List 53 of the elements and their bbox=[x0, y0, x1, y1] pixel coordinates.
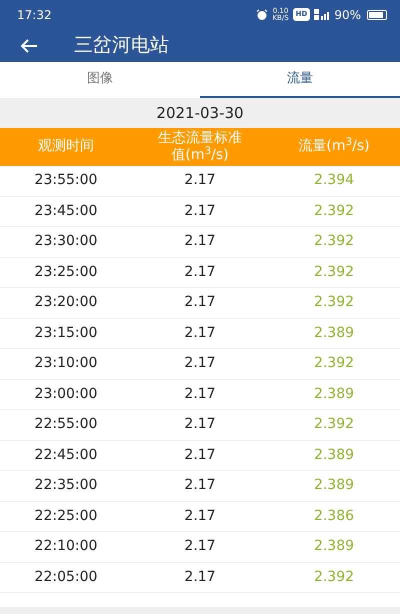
back-arrow-icon[interactable] bbox=[20, 38, 38, 52]
table-cell-text: 22:05:00 bbox=[34, 568, 98, 587]
table-cell-text: 2.389 bbox=[312, 476, 356, 496]
table-cell-text: 2.17 bbox=[183, 446, 217, 465]
table-cell-text: 2.17 bbox=[183, 476, 217, 496]
status-time: 17:32 bbox=[17, 6, 52, 24]
page-title: 三岔河电站 bbox=[74, 33, 169, 58]
table-cell-text: 2.17 bbox=[183, 324, 217, 343]
column-header: 流量(m$^{3}$/s) bbox=[297, 138, 371, 156]
table-cell-text: 2.386 bbox=[312, 506, 356, 526]
table-cell-text: 2.17 bbox=[183, 506, 217, 526]
table-cell-text: 2.392 bbox=[312, 202, 356, 221]
table-cell-text: 23:20:00 bbox=[34, 293, 98, 312]
column-header: 观测时间 bbox=[37, 138, 95, 156]
column-header: 生态流量标准值(m$^{3}$/s) bbox=[157, 130, 243, 164]
table-cell-text: 2.17 bbox=[183, 232, 217, 252]
table-cell-text: 22:45:00 bbox=[34, 446, 98, 465]
table-cell-text: 23:15:00 bbox=[34, 324, 98, 343]
table-cell-text: 2.389 bbox=[312, 384, 356, 404]
table-cell-text: 23:25:00 bbox=[34, 262, 98, 282]
table-cell-text: 2.17 bbox=[183, 262, 217, 282]
table-cell-text: 2.392 bbox=[312, 354, 356, 374]
battery-percent: 90% bbox=[334, 6, 361, 24]
table-cell-text: 2.394 bbox=[312, 171, 356, 190]
table-cell-text: 22:55:00 bbox=[34, 415, 98, 434]
table-cell-text: 23:10:00 bbox=[34, 354, 98, 374]
table-cell-text: 2.17 bbox=[183, 354, 217, 374]
table-cell-text: 2.17 bbox=[183, 202, 217, 221]
battery-icon bbox=[367, 10, 387, 20]
table-cell-text: 2.17 bbox=[183, 171, 217, 190]
table-cell-text: 2.389 bbox=[312, 324, 356, 343]
table-cell-text: 2.392 bbox=[312, 568, 356, 587]
table-cell-text: 2.389 bbox=[312, 537, 356, 556]
table-cell-text: 2.17 bbox=[183, 537, 217, 556]
table-cell-text: 2.392 bbox=[312, 293, 356, 312]
table-cell-text: 23:45:00 bbox=[34, 202, 98, 221]
table-cell-text: 2.17 bbox=[183, 415, 217, 434]
table-cell-text: 23:30:00 bbox=[34, 232, 98, 252]
table-cell-text: 2.17 bbox=[183, 568, 217, 587]
table-cell-text: 2.17 bbox=[183, 384, 217, 404]
table-cell-text: 2.389 bbox=[312, 446, 356, 465]
alarm-icon bbox=[256, 8, 268, 20]
signal-icon bbox=[314, 9, 330, 20]
table-cell-text: 23:00:00 bbox=[34, 384, 98, 404]
table-cell-text: 2.17 bbox=[183, 293, 217, 312]
table-cell-text: 22:10:00 bbox=[34, 537, 98, 556]
table-cell-text: 2.392 bbox=[312, 415, 356, 434]
table-cell-text: 2.392 bbox=[312, 262, 356, 282]
date-label: 2021-03-30 bbox=[156, 102, 244, 124]
table-cell-text: 22:35:00 bbox=[34, 476, 98, 496]
table-cell-text: 23:55:00 bbox=[34, 171, 98, 190]
table-cell-text: 22:25:00 bbox=[34, 506, 98, 526]
table-cell-text: 2.392 bbox=[312, 232, 356, 252]
